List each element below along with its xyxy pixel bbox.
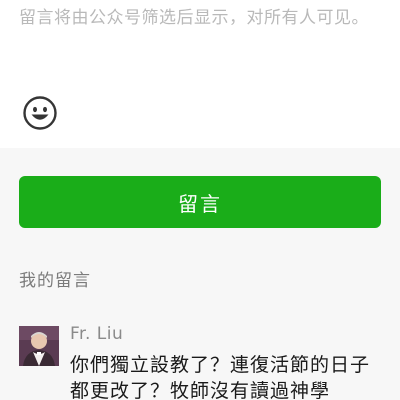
avatar[interactable] <box>19 326 59 366</box>
comments-section: 留言 我的留言 Fr. Liu 你們獨立設教了？連復活節的日子都更改了？牧師沒有… <box>0 148 400 400</box>
my-comments-heading: 我的留言 <box>19 271 91 291</box>
submit-comment-button[interactable]: 留言 <box>19 176 381 228</box>
comment-item: Fr. Liu 你們獨立設教了？連復活節的日子都更改了？牧師沒有讀過神學 <box>19 324 389 400</box>
comment-compose-area[interactable]: 留言将由公众号筛选后显示，对所有人可见。 <box>0 0 400 148</box>
comment-author-name: Fr. Liu <box>70 324 124 344</box>
smiley-face-icon[interactable] <box>23 96 57 130</box>
comment-input-placeholder[interactable]: 留言将由公众号筛选后显示，对所有人可见。 <box>19 7 369 29</box>
comment-text: 你們獨立設教了？連復活節的日子都更改了？牧師沒有讀過神學 <box>70 354 371 400</box>
